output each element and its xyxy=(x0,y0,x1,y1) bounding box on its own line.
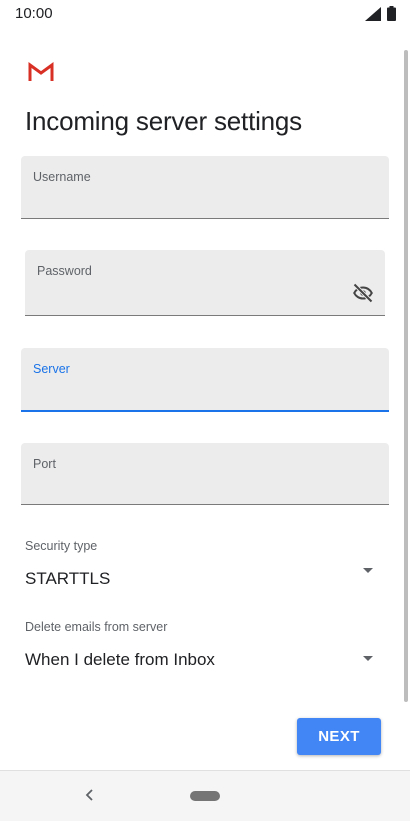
username-field[interactable]: Username xyxy=(21,156,389,219)
port-field[interactable]: Port xyxy=(21,443,389,505)
visibility-off-icon[interactable] xyxy=(351,281,375,305)
delete-emails-value: When I delete from Inbox xyxy=(25,650,215,669)
password-input[interactable] xyxy=(37,287,341,307)
status-time: 10:00 xyxy=(15,5,53,22)
port-input[interactable] xyxy=(33,476,345,496)
status-icons xyxy=(365,6,396,21)
status-bar: 10:00 xyxy=(0,0,410,28)
dropdown-arrow-icon xyxy=(363,656,373,661)
battery-icon xyxy=(387,6,396,21)
security-type-value: STARTTLS xyxy=(25,569,111,588)
password-field[interactable]: Password xyxy=(25,250,385,316)
delete-emails-dropdown[interactable]: When I delete from Inbox xyxy=(20,643,392,677)
username-label: Username xyxy=(33,170,91,184)
port-label: Port xyxy=(33,457,56,471)
cell-signal-icon xyxy=(365,6,381,21)
delete-emails-label: Delete emails from server xyxy=(25,620,168,634)
gmail-logo-icon xyxy=(28,62,54,81)
back-chevron-icon[interactable] xyxy=(82,785,98,805)
scrollbar[interactable] xyxy=(404,50,408,702)
next-button[interactable]: NEXT xyxy=(297,718,381,755)
navigation-bar xyxy=(0,770,410,821)
server-input[interactable] xyxy=(33,382,345,402)
password-label: Password xyxy=(37,264,92,278)
username-input[interactable] xyxy=(33,190,345,210)
server-label: Server xyxy=(33,362,70,376)
security-type-dropdown[interactable]: STARTTLS xyxy=(20,562,392,596)
server-field[interactable]: Server xyxy=(21,348,389,412)
security-type-label: Security type xyxy=(25,539,98,553)
dropdown-arrow-icon xyxy=(363,568,373,573)
home-pill-icon[interactable] xyxy=(190,791,220,801)
page-title: Incoming server settings xyxy=(25,106,302,136)
